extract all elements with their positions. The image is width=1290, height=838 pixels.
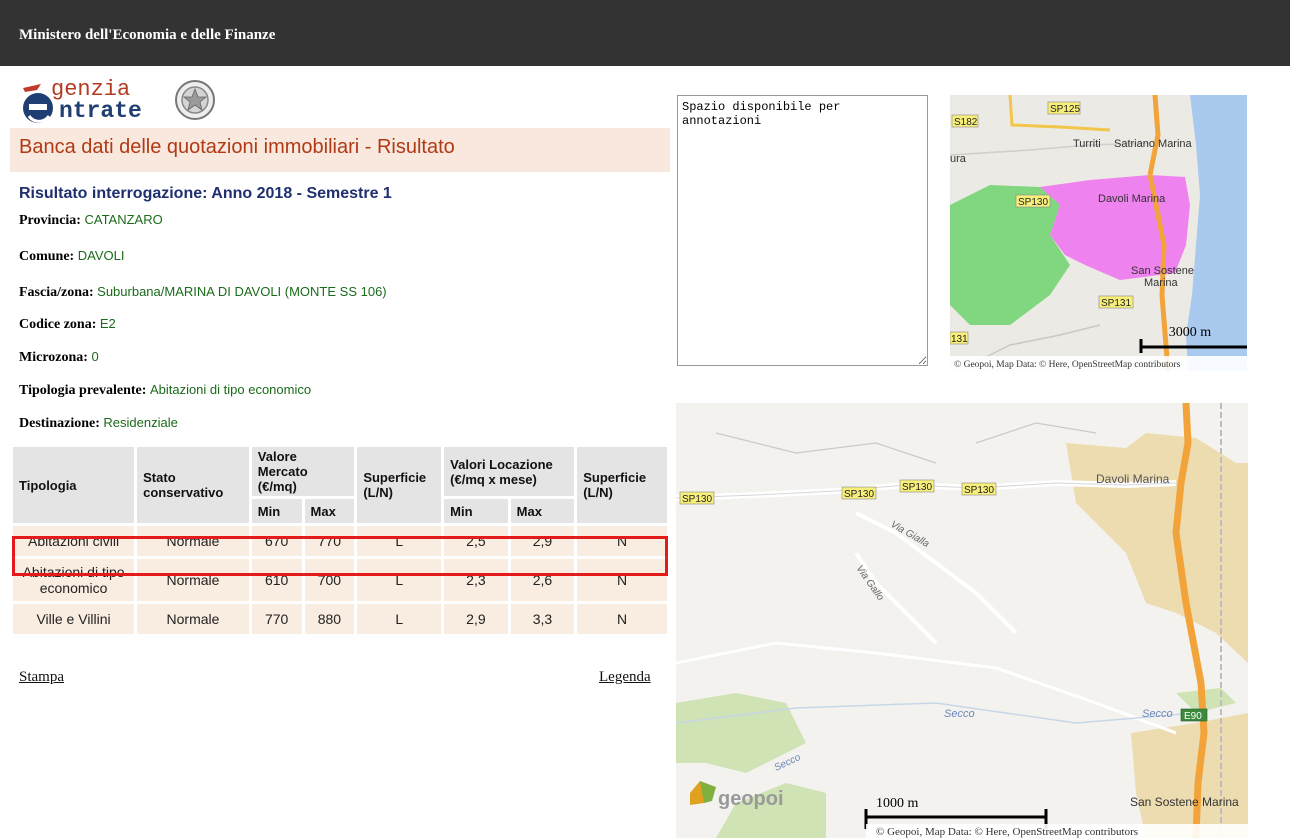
cell-vm-max: 770 xyxy=(304,526,355,556)
cell-superficie: L xyxy=(357,559,442,601)
geopoi-brand: geopoi xyxy=(718,788,784,810)
field-comune: Comune: DAVOLI xyxy=(19,248,124,265)
map-label: SP125 xyxy=(1050,104,1080,115)
cell-superficie-2: N xyxy=(577,526,667,556)
cell-vm-min: 770 xyxy=(251,604,302,634)
map-label: Secco xyxy=(944,708,975,720)
map-label: E90 xyxy=(1184,711,1202,722)
field-value: Residenziale xyxy=(103,415,178,430)
field-microzona: Microzona: 0 xyxy=(19,349,99,366)
map-label: Turriti xyxy=(1073,138,1101,150)
map-label: SP130 xyxy=(902,482,932,493)
col-header-superficie-2: Superficie (L/N) xyxy=(577,447,667,523)
agenzia-entrate-logo: genzia ntrate xyxy=(19,74,239,126)
field-label: Comune: xyxy=(19,249,75,264)
legend-link[interactable]: Legenda xyxy=(599,669,651,686)
cell-stato: Normale xyxy=(137,604,249,634)
map-label: San Sostene xyxy=(1131,265,1194,277)
col-header-vm-min: Min xyxy=(251,499,302,523)
field-destinazione: Destinazione: Residenziale xyxy=(19,415,178,432)
cell-vl-max: 3,3 xyxy=(510,604,575,634)
table-row: Abitazioni di tipo economico Normale 610… xyxy=(13,559,667,601)
cell-tipologia: Abitazioni di tipo economico xyxy=(13,559,135,601)
col-header-vl-max: Max xyxy=(510,499,575,523)
table-row: Abitazioni civili Normale 670 770 L 2,5 … xyxy=(13,526,667,556)
field-label: Tipologia prevalente: xyxy=(19,383,147,398)
overview-map[interactable]: SP125 S182 Turriti Satriano Marina ura S… xyxy=(950,95,1247,371)
map-label: Satriano Marina xyxy=(1114,138,1193,150)
map-scale-label: 3000 m xyxy=(1169,325,1212,340)
map-label: Davoli Marina xyxy=(1098,193,1166,205)
map-attribution: © Geopoi, Map Data: © Here, OpenStreetMa… xyxy=(876,826,1138,838)
page-heading-band: Banca dati delle quotazioni immobiliari … xyxy=(10,128,670,172)
field-value: Abitazioni di tipo economico xyxy=(149,382,312,397)
cell-superficie-2: N xyxy=(577,604,667,634)
cell-vl-max: 2,6 xyxy=(510,559,575,601)
print-link[interactable]: Stampa xyxy=(19,669,64,686)
field-label: Microzona: xyxy=(19,350,88,365)
logo-word-entrate: ntrate xyxy=(59,98,142,124)
col-header-superficie: Superficie (L/N) xyxy=(357,447,442,523)
field-tipologia-prevalente: Tipologia prevalente: Abitazioni di tipo… xyxy=(19,382,311,399)
field-codice-zona: Codice zona: E2 xyxy=(19,316,116,333)
map-label: ura xyxy=(950,153,967,165)
cell-vl-max: 2,9 xyxy=(510,526,575,556)
col-header-valori-locazione: Valori Locazione (€/mq x mese) xyxy=(444,447,575,496)
field-label: Destinazione: xyxy=(19,416,100,431)
map-label: S182 xyxy=(954,117,978,128)
page-title: Banca dati delle quotazioni immobiliari … xyxy=(19,136,455,158)
quotazioni-table: Tipologia Stato conservativo Valore Merc… xyxy=(10,444,670,637)
col-header-stato: Stato conservativo xyxy=(137,447,249,523)
cell-vm-max: 880 xyxy=(304,604,355,634)
field-value: 0 xyxy=(91,349,99,364)
cell-superficie-2: N xyxy=(577,559,667,601)
cell-vl-min: 2,9 xyxy=(444,604,508,634)
cell-stato: Normale xyxy=(137,526,249,556)
cell-vl-min: 2,5 xyxy=(444,526,508,556)
map-label: SP130 xyxy=(682,494,712,505)
map-label: SP131 xyxy=(1101,298,1131,309)
map-label: Marina xyxy=(1144,277,1179,289)
field-value: E2 xyxy=(99,316,116,331)
result-title: Risultato interrogazione: Anno 2018 - Se… xyxy=(19,185,392,202)
cell-vm-min: 610 xyxy=(251,559,302,601)
map-scale-label: 1000 m xyxy=(876,796,919,811)
field-value: DAVOLI xyxy=(77,248,125,263)
cell-vl-min: 2,3 xyxy=(444,559,508,601)
field-fascia-zona: Fascia/zona: Suburbana/MARINA DI DAVOLI … xyxy=(19,284,387,301)
cell-superficie: L xyxy=(357,604,442,634)
map-label: 131 xyxy=(951,334,968,345)
cell-superficie: L xyxy=(357,526,442,556)
table-row: Ville e Villini Normale 770 880 L 2,9 3,… xyxy=(13,604,667,634)
cell-vm-min: 670 xyxy=(251,526,302,556)
col-header-tipologia: Tipologia xyxy=(13,447,135,523)
cell-tipologia: Abitazioni civili xyxy=(13,526,135,556)
field-label: Fascia/zona: xyxy=(19,285,94,300)
col-header-vm-max: Max xyxy=(304,499,355,523)
ministry-title: Ministero dell'Economia e delle Finanze xyxy=(19,27,276,43)
col-header-vl-min: Min xyxy=(444,499,508,523)
notes-textarea[interactable]: Spazio disponibile per annotazioni xyxy=(677,95,928,366)
cell-stato: Normale xyxy=(137,559,249,601)
field-provincia: Provincia: CATANZARO xyxy=(19,212,163,229)
col-header-valore-mercato: Valore Mercato (€/mq) xyxy=(251,447,355,496)
map-label: SP130 xyxy=(1018,197,1048,208)
top-bar: Ministero dell'Economia e delle Finanze xyxy=(0,0,1290,66)
map-label: San Sostene Marina xyxy=(1130,795,1239,809)
map-label: SP130 xyxy=(964,485,994,496)
detail-map[interactable]: SP130 SP130 SP130 SP130 Davoli Marina Vi… xyxy=(676,403,1248,838)
field-label: Provincia: xyxy=(19,213,81,228)
map-attribution: © Geopoi, Map Data: © Here, OpenStreetMa… xyxy=(954,359,1181,370)
map-label: SP130 xyxy=(844,489,874,500)
field-value: Suburbana/MARINA DI DAVOLI (MONTE SS 106… xyxy=(97,284,387,299)
map-label: Secco xyxy=(1142,708,1173,720)
cell-vm-max: 700 xyxy=(304,559,355,601)
field-label: Codice zona: xyxy=(19,317,97,332)
field-value: CATANZARO xyxy=(84,212,163,227)
republic-emblem-icon xyxy=(175,80,215,120)
cell-tipologia: Ville e Villini xyxy=(13,604,135,634)
map-label: Davoli Marina xyxy=(1096,472,1170,486)
